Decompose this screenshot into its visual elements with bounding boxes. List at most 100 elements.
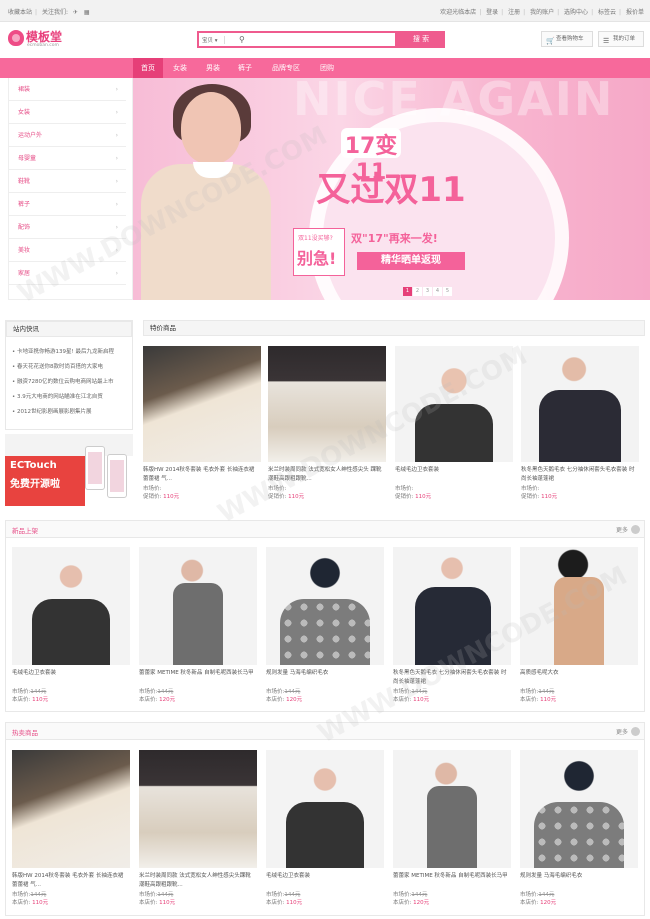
- carousel-dot[interactable]: 2: [413, 287, 422, 296]
- nav-groupbuy[interactable]: 团购: [312, 58, 342, 78]
- register-link[interactable]: 注册: [508, 9, 520, 16]
- chevron-right-icon: ›: [115, 270, 118, 277]
- tag-cloud-link[interactable]: 标签云: [598, 9, 616, 16]
- product-title[interactable]: 高质感毛呢大衣: [520, 669, 638, 687]
- bookmark-link[interactable]: 收藏本站: [8, 9, 32, 16]
- product-image[interactable]: [143, 346, 261, 462]
- category-item[interactable]: 运动户外 ›: [8, 125, 126, 147]
- carousel-dot[interactable]: 1: [403, 287, 412, 296]
- search-type-select[interactable]: 宝贝 ▾: [202, 36, 225, 44]
- category-item[interactable]: 裤子 ›: [8, 194, 126, 216]
- ad-top: [5, 434, 133, 456]
- nav-brands[interactable]: 品牌专区: [266, 58, 306, 78]
- quote-link[interactable]: 报价单: [626, 9, 644, 16]
- product-image[interactable]: [393, 750, 511, 868]
- shop-price: 本店价: 120元: [520, 900, 557, 906]
- product-title[interactable]: 蕾蕾家 METIME 秋冬新品 自制毛呢西装长马甲: [139, 669, 257, 687]
- news-item[interactable]: • 融资7280亿的数位云购电商网站最上市: [12, 377, 128, 385]
- news-title: 站内快讯: [6, 321, 132, 337]
- shop-price: 本店价: 110元: [12, 900, 49, 906]
- nav-women[interactable]: 女装: [165, 58, 195, 78]
- search-box[interactable]: 宝贝 ▾ ⚲: [197, 31, 397, 48]
- logo-icon[interactable]: [8, 30, 24, 46]
- search-button[interactable]: 搜 索: [397, 31, 445, 48]
- news-item[interactable]: • 春天花花送你8款时尚百搭的大家电: [12, 362, 128, 370]
- product-image[interactable]: [139, 547, 257, 665]
- product-title[interactable]: 米兰时装周同款 法式宽松女人绅性感尖头踝靴 潮鞋高跟粗跟靴...: [139, 872, 257, 890]
- carousel-dot[interactable]: 5: [443, 287, 452, 296]
- market-price: 市场价:: [395, 486, 414, 492]
- product-card[interactable]: 毛绒毛边卫衣套装 市场价:144元 本店价: 110元: [12, 547, 130, 703]
- news-item[interactable]: • 3.9元大电商的网站瞄准在江北自贸: [12, 392, 128, 400]
- product-card[interactable]: 秋冬黑色天鹅毛衣 七分袖休闲套头毛衣套装 时尚长袖蓬蓬裙 市场价: 促销价: 1…: [521, 346, 639, 500]
- chevron-right-icon: ›: [115, 132, 118, 139]
- market-price: 市场价:144元: [393, 892, 428, 898]
- product-card[interactable]: 韩版HW 2014秋冬套装 毛衣外套 长袖连衣裙 蕾蕾裙 气... 市场价: 促…: [143, 346, 261, 500]
- orders-button[interactable]: ☰ 我的订单: [598, 31, 644, 47]
- product-card[interactable]: 蕾蕾家 METIME 秋冬新品 自制毛呢西装长马甲 市场价:144元 本店价: …: [393, 750, 511, 906]
- qrcode-icon[interactable]: ▦: [84, 9, 90, 16]
- product-image[interactable]: [266, 750, 384, 868]
- search-input[interactable]: [251, 34, 391, 45]
- nav-home[interactable]: 首页: [133, 58, 163, 78]
- shopping-center-link[interactable]: 选购中心: [564, 9, 588, 16]
- shop-price: 本店价: 110元: [12, 697, 49, 703]
- ectouch-ad[interactable]: ECTouch 免费开源啦: [5, 434, 133, 506]
- product-card[interactable]: 规则发量 马海毛编织毛衣 市场价:144元 本店价: 120元: [520, 750, 638, 906]
- news-panel: 站内快讯 • 卡地亚携你畅游139星! 最后九龙新启程 • 春天花花送你8款时尚…: [5, 320, 133, 430]
- banner-sticker: 双11没买够? 别急!: [293, 228, 345, 276]
- banner-sticker-main: 别急!: [297, 249, 337, 268]
- category-item[interactable]: 母婴童 ›: [8, 148, 126, 170]
- product-image[interactable]: [520, 750, 638, 868]
- chevron-right-icon: ›: [115, 201, 118, 208]
- category-item[interactable]: 裙装 ›: [8, 79, 126, 101]
- more-link[interactable]: 更多: [616, 525, 628, 534]
- chevron-right-icon: ›: [115, 86, 118, 93]
- login-link[interactable]: 登录: [486, 9, 498, 16]
- product-title[interactable]: 毛绒毛边卫衣套装: [395, 466, 513, 484]
- cart-icon: 🛒: [546, 37, 555, 45]
- nav-men[interactable]: 男装: [198, 58, 228, 78]
- product-title[interactable]: 规则发量 马海毛编织毛衣: [266, 669, 384, 687]
- carousel-dot[interactable]: 3: [423, 287, 432, 296]
- news-item[interactable]: • 2012世纪影剧画展影剧集片展: [12, 407, 128, 415]
- top-right-links: 欢迎光临本店 | 登录 | 注册 | 我的账户 | 选购中心 | 标签云 | 报价单: [440, 9, 644, 16]
- weibo-icon[interactable]: ✈: [73, 9, 78, 16]
- nav-pants[interactable]: 裤子: [230, 58, 260, 78]
- product-image[interactable]: [139, 750, 257, 868]
- market-price: 市场价:144元: [139, 892, 174, 898]
- product-title[interactable]: 蕾蕾家 METIME 秋冬新品 自制毛呢西装长马甲: [393, 872, 511, 890]
- product-card[interactable]: 蕾蕾家 METIME 秋冬新品 自制毛呢西装长马甲 市场价:144元 本店价: …: [139, 547, 257, 703]
- product-title[interactable]: 规则发量 马海毛编织毛衣: [520, 872, 638, 890]
- banner-headline: 又过双11: [316, 170, 466, 210]
- more-icon[interactable]: [631, 525, 640, 534]
- product-title[interactable]: 毛绒毛边卫衣套装: [266, 872, 384, 890]
- product-title[interactable]: 韩版HW 2014秋冬套装 毛衣外套 长袖连衣裙 蕾蕾裙 气...: [12, 872, 130, 890]
- category-item[interactable]: 鞋靴 ›: [8, 171, 126, 193]
- product-image[interactable]: [12, 750, 130, 868]
- cart-button[interactable]: 🛒 查看购物车: [541, 31, 593, 47]
- product-title[interactable]: 韩版HW 2014秋冬套装 毛衣外套 长袖连衣裙 蕾蕾裙 气...: [143, 466, 261, 484]
- product-title[interactable]: 秋冬黑色天鹅毛衣 七分袖休闲套头毛衣套装 时尚长袖蓬蓬裙: [521, 466, 639, 484]
- product-card[interactable]: 规则发量 马海毛编织毛衣 市场价:144元 本店价: 120元: [266, 547, 384, 703]
- my-account-link[interactable]: 我的账户: [530, 9, 554, 16]
- banner-cta[interactable]: 精华晒单返现: [357, 252, 465, 270]
- more-icon[interactable]: [631, 727, 640, 736]
- shop-price: 本店价: 120元: [139, 697, 176, 703]
- category-item[interactable]: 女装 ›: [8, 102, 126, 124]
- product-card[interactable]: 米兰时装周同款 法式宽松女人绅性感尖头踝靴 潮鞋高跟粗跟靴... 市场价:144…: [139, 750, 257, 906]
- product-image[interactable]: [521, 346, 639, 462]
- product-image[interactable]: [266, 547, 384, 665]
- product-card[interactable]: 韩版HW 2014秋冬套装 毛衣外套 长袖连衣裙 蕾蕾裙 气... 市场价:14…: [12, 750, 130, 906]
- product-image[interactable]: [12, 547, 130, 665]
- product-title[interactable]: 毛绒毛边卫衣套装: [12, 669, 130, 687]
- market-price: 市场价:144元: [266, 892, 301, 898]
- special-title: 特价商品: [143, 320, 645, 336]
- carousel-dot[interactable]: 4: [433, 287, 442, 296]
- news-item[interactable]: • 卡地亚携你畅游139星! 最后九龙新启程: [12, 347, 128, 355]
- product-card[interactable]: 毛绒毛边卫衣套装 市场价:144元 本店价: 110元: [266, 750, 384, 906]
- promo-price: 促销价: 110元: [521, 494, 558, 500]
- hot-title: 热卖商品: [12, 729, 38, 737]
- more-link[interactable]: 更多: [616, 727, 628, 736]
- chevron-right-icon: ›: [115, 109, 118, 116]
